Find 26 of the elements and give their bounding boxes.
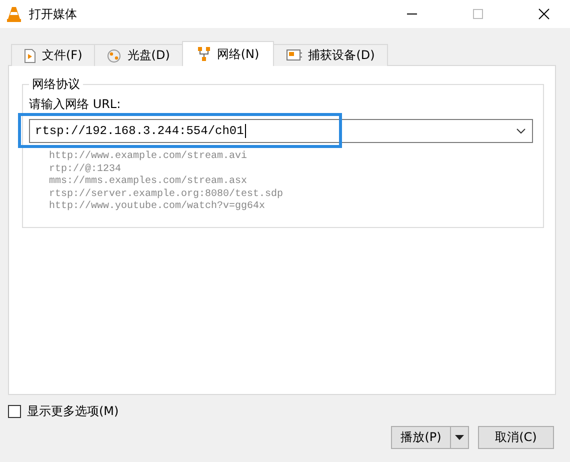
dropdown-icon[interactable] (455, 435, 464, 440)
close-icon[interactable] (538, 8, 550, 20)
capture-card-icon (286, 49, 302, 62)
dropdown-icon[interactable] (516, 128, 526, 134)
example-url: rtp://@:1234 (49, 164, 122, 176)
example-url: rtsp://server.example.org:8080/test.sdp (49, 188, 284, 200)
network-icon (196, 47, 211, 61)
tab[interactable]: 网络(N) (182, 41, 274, 66)
group-title: 网络协议 (31, 76, 81, 93)
window-title: 打开媒体 (29, 6, 77, 22)
cone-icon (7, 6, 21, 22)
example-url: mms://mms.examples.com/stream.asx (49, 176, 248, 188)
example-url: http://www.example.com/stream.avi (49, 151, 248, 164)
checkbox-label[interactable]: 显示更多选项(M) (27, 403, 119, 420)
checkbox[interactable] (8, 405, 21, 418)
cancel-button[interactable]: 取消(C) (478, 426, 554, 449)
tab[interactable]: 文件(F) (11, 44, 96, 66)
tab[interactable]: 捕获设备(D) (273, 44, 388, 66)
url-label: 请输入网络 URL: (29, 97, 122, 111)
url-field[interactable]: rtsp://192.168.3.244:554/ch01 (29, 119, 533, 143)
example-url: http://www.youtube.com/watch?v=gg64x (49, 201, 266, 214)
play-split-button[interactable]: 播放(P) (391, 426, 469, 449)
file-icon (24, 48, 36, 62)
play-button[interactable]: 播放(P) (392, 427, 451, 448)
tab[interactable]: 光盘(D) (94, 44, 183, 66)
disc-icon (107, 48, 122, 62)
